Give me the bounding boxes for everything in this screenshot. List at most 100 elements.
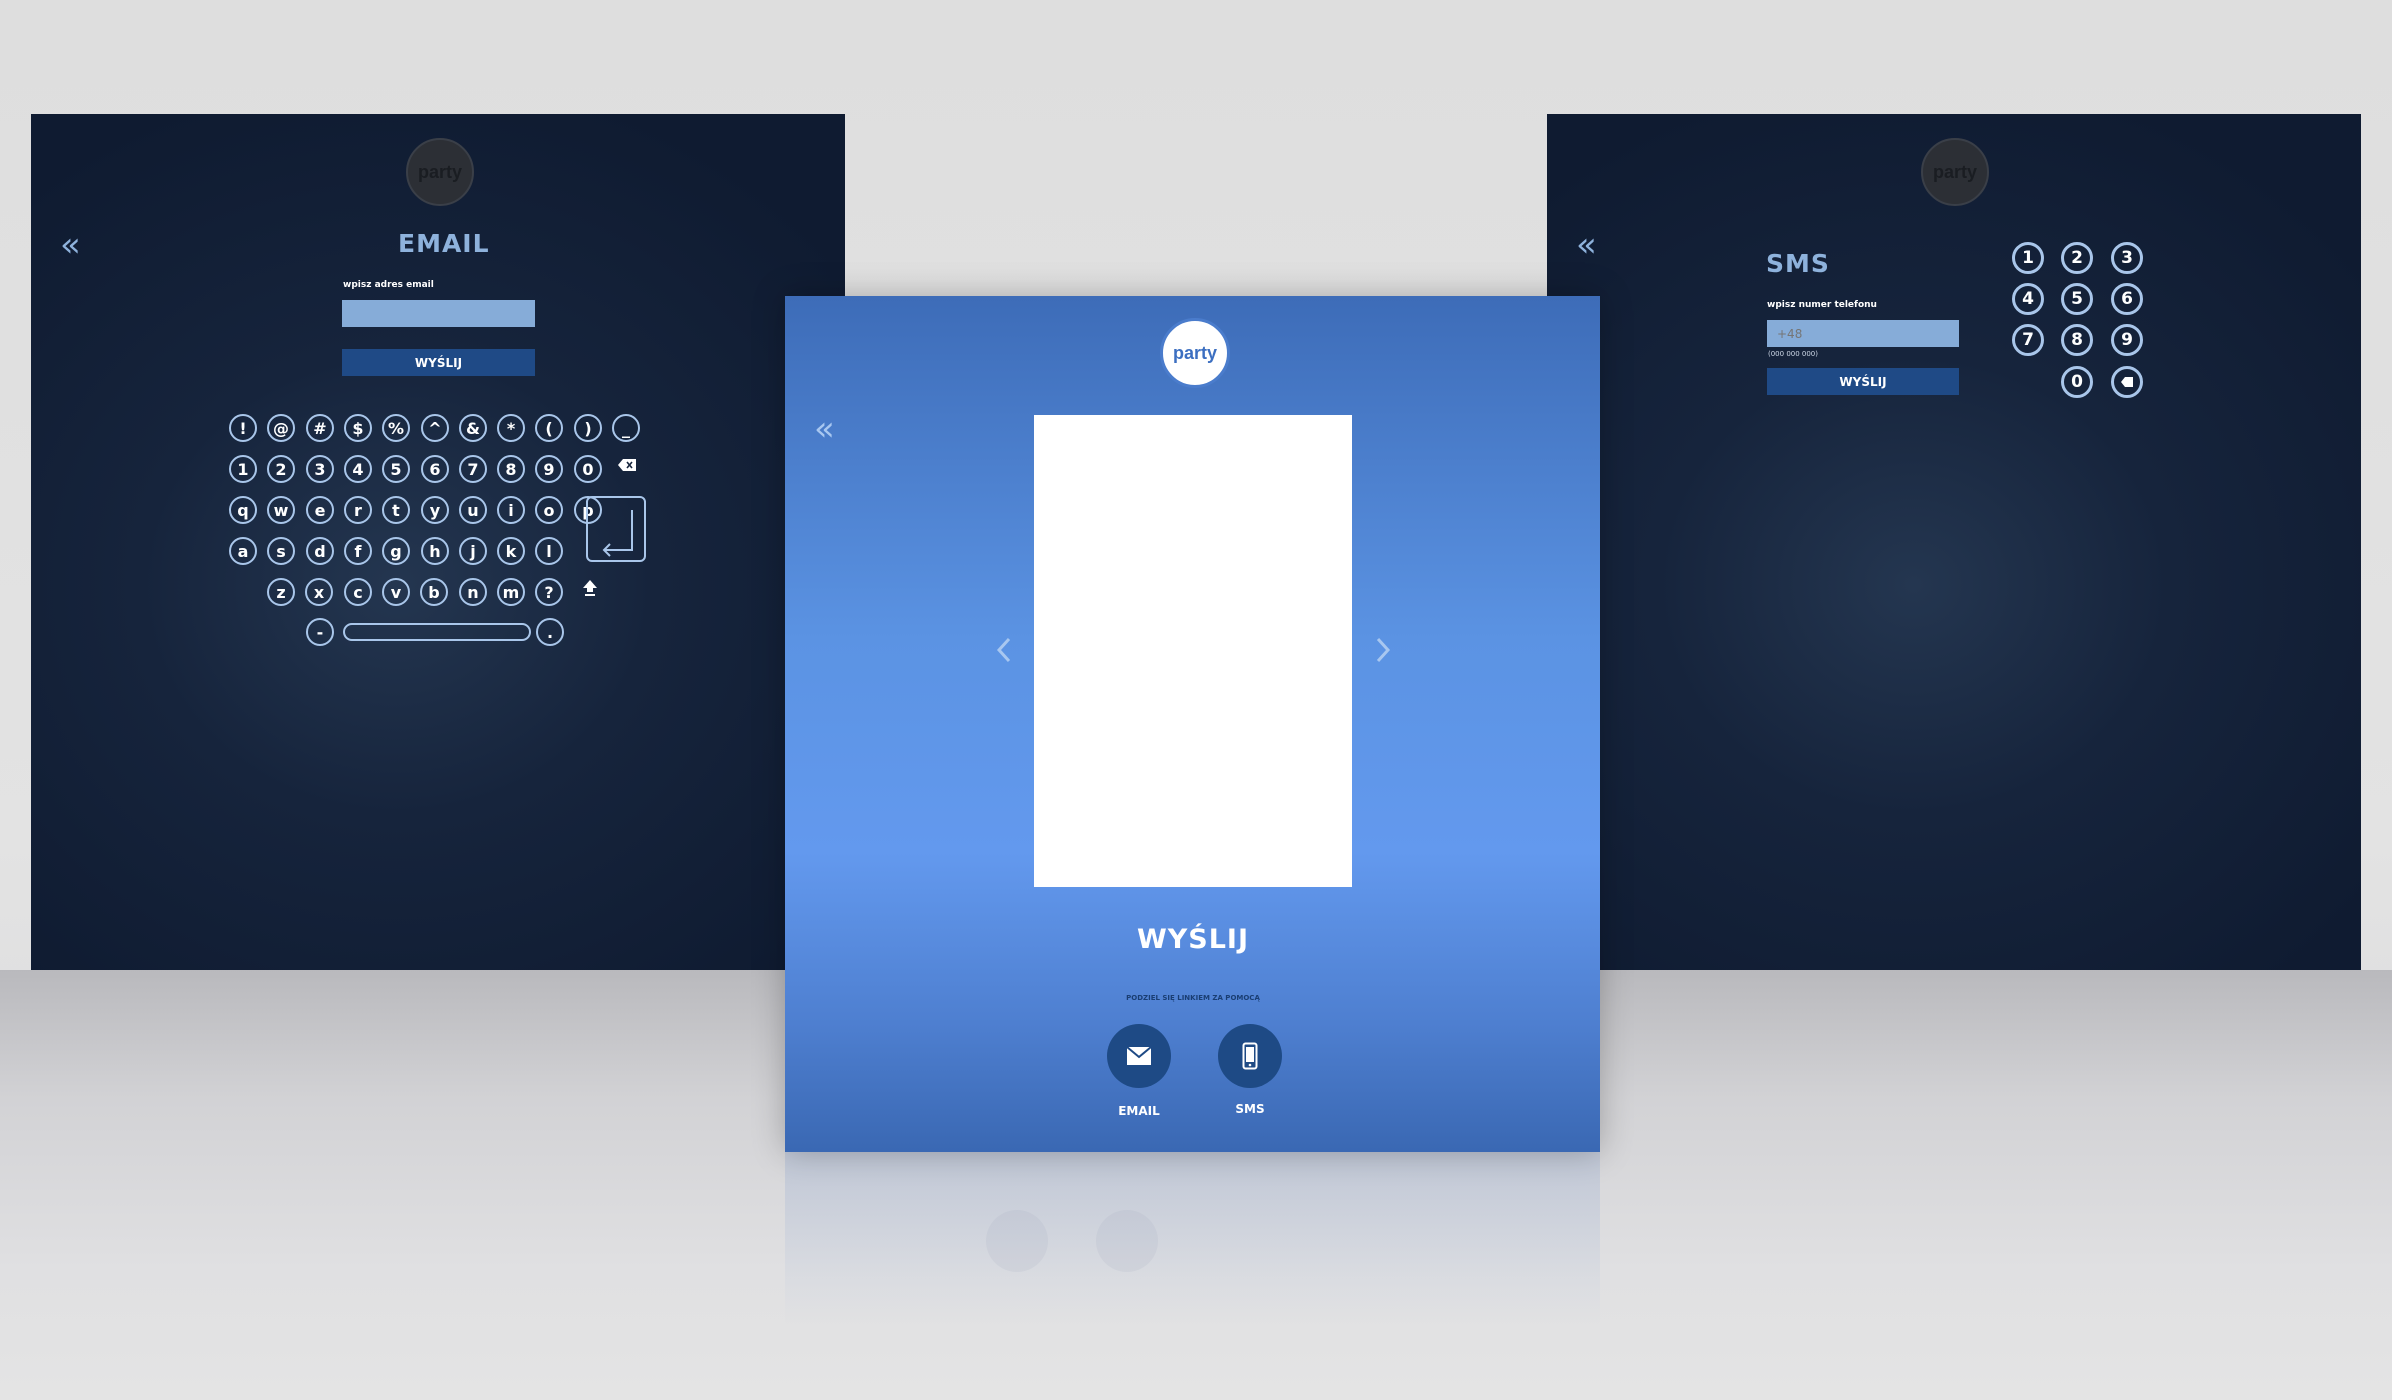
key[interactable]: i [497, 496, 525, 524]
key[interactable]: _ [612, 414, 640, 442]
key[interactable]: m [497, 578, 525, 606]
key[interactable]: l [535, 537, 563, 565]
key[interactable]: w [267, 496, 295, 524]
key[interactable]: h [421, 537, 449, 565]
shift-key[interactable] [582, 579, 598, 597]
key[interactable]: 1 [229, 455, 257, 483]
logo-text: party [1932, 161, 1977, 182]
key[interactable]: a [229, 537, 257, 565]
page-title: SMS [1766, 249, 1830, 278]
numpad-key[interactable]: 9 [2111, 324, 2143, 356]
photo-preview [1034, 415, 1352, 887]
prev-arrow[interactable] [993, 633, 1013, 673]
sms-share-button[interactable] [1218, 1024, 1282, 1088]
back-icon[interactable]: « [60, 228, 81, 262]
numpad-key[interactable]: 2 [2061, 242, 2093, 274]
shift-icon [583, 580, 597, 596]
phone-field[interactable] [1767, 320, 1959, 347]
key[interactable]: # [306, 414, 334, 442]
key[interactable]: ^ [421, 414, 449, 442]
key[interactable]: 6 [421, 455, 449, 483]
numpad-key[interactable]: 6 [2111, 283, 2143, 315]
numpad-key[interactable]: 8 [2061, 324, 2093, 356]
email-field-label: wpisz adres email [343, 280, 434, 290]
space-key[interactable] [343, 623, 531, 641]
reflection-shape [986, 1210, 1048, 1272]
party-logo: party [1921, 138, 1989, 206]
share-screen: party « WYŚLIJ PODZIEL SIĘ LINKIEM ZA PO… [785, 296, 1600, 1152]
numpad-key[interactable]: 1 [2012, 242, 2044, 274]
key[interactable]: k [497, 537, 525, 565]
page-title: EMAIL [398, 229, 490, 258]
key[interactable]: ? [535, 578, 563, 606]
key[interactable]: u [459, 496, 487, 524]
key[interactable]: z [267, 578, 295, 606]
key[interactable]: s [267, 537, 295, 565]
key[interactable]: $ [344, 414, 372, 442]
back-icon[interactable]: « [814, 412, 835, 446]
key[interactable]: j [459, 537, 487, 565]
party-logo: party [1160, 318, 1230, 388]
sms-share-label: SMS [1235, 1102, 1265, 1116]
numpad-key[interactable]: 5 [2061, 283, 2093, 315]
envelope-icon [1126, 1046, 1152, 1065]
key[interactable]: v [382, 578, 410, 606]
key[interactable]: t [382, 496, 410, 524]
share-screen-reflection [785, 1152, 1600, 1400]
key[interactable]: g [382, 537, 410, 565]
backspace-icon [2121, 377, 2133, 387]
key[interactable]: r [344, 496, 372, 524]
key[interactable]: y [421, 496, 449, 524]
reflection-shape [1096, 1210, 1158, 1272]
sms-screen: party « SMS wpisz numer telefonu (000 00… [1547, 114, 2361, 970]
key[interactable]: f [344, 537, 372, 565]
key[interactable]: e [306, 496, 334, 524]
key[interactable]: 7 [459, 455, 487, 483]
key[interactable]: ! [229, 414, 257, 442]
send-button[interactable]: WYŚLIJ [342, 349, 535, 376]
enter-key[interactable] [586, 496, 646, 562]
backspace-key[interactable] [2111, 366, 2143, 398]
key[interactable]: - [306, 618, 334, 646]
logo-text: party [417, 161, 462, 182]
numpad-key[interactable]: 0 [2061, 366, 2093, 398]
key[interactable]: n [459, 578, 487, 606]
chevron-right-icon [1376, 637, 1391, 663]
key[interactable]: 0 [574, 455, 602, 483]
smartphone-icon [1242, 1042, 1258, 1070]
key[interactable]: . [536, 618, 564, 646]
numpad-key[interactable]: 7 [2012, 324, 2044, 356]
key[interactable]: 5 [382, 455, 410, 483]
key[interactable]: q [229, 496, 257, 524]
key[interactable]: b [420, 578, 448, 606]
email-share-label: EMAIL [1118, 1104, 1160, 1118]
backspace-key[interactable] [617, 458, 637, 474]
email-screen: party « EMAIL wpisz adres email WYŚLIJ !… [31, 114, 845, 970]
key[interactable]: ) [574, 414, 602, 442]
key[interactable]: 8 [497, 455, 525, 483]
key[interactable]: 2 [267, 455, 295, 483]
share-hint: PODZIEL SIĘ LINKIEM ZA POMOCĄ [1126, 994, 1260, 1002]
key[interactable]: c [344, 578, 372, 606]
key[interactable]: 3 [306, 455, 334, 483]
email-field[interactable] [342, 300, 535, 327]
key[interactable]: d [306, 537, 334, 565]
numpad-key[interactable]: 4 [2012, 283, 2044, 315]
key[interactable]: * [497, 414, 525, 442]
chevron-left-icon [996, 637, 1011, 663]
key[interactable]: % [382, 414, 410, 442]
next-arrow[interactable] [1374, 633, 1394, 673]
key[interactable]: ( [535, 414, 563, 442]
key[interactable]: 4 [344, 455, 372, 483]
enter-icon [602, 510, 633, 557]
key[interactable]: o [535, 496, 563, 524]
key[interactable]: & [459, 414, 487, 442]
back-icon[interactable]: « [1576, 228, 1597, 262]
key[interactable]: @ [267, 414, 295, 442]
email-share-button[interactable] [1107, 1024, 1171, 1088]
key[interactable]: x [305, 578, 333, 606]
send-button[interactable]: WYŚLIJ [1767, 368, 1959, 395]
numpad-key[interactable]: 3 [2111, 242, 2143, 274]
logo-text: party [1172, 342, 1217, 363]
key[interactable]: 9 [535, 455, 563, 483]
